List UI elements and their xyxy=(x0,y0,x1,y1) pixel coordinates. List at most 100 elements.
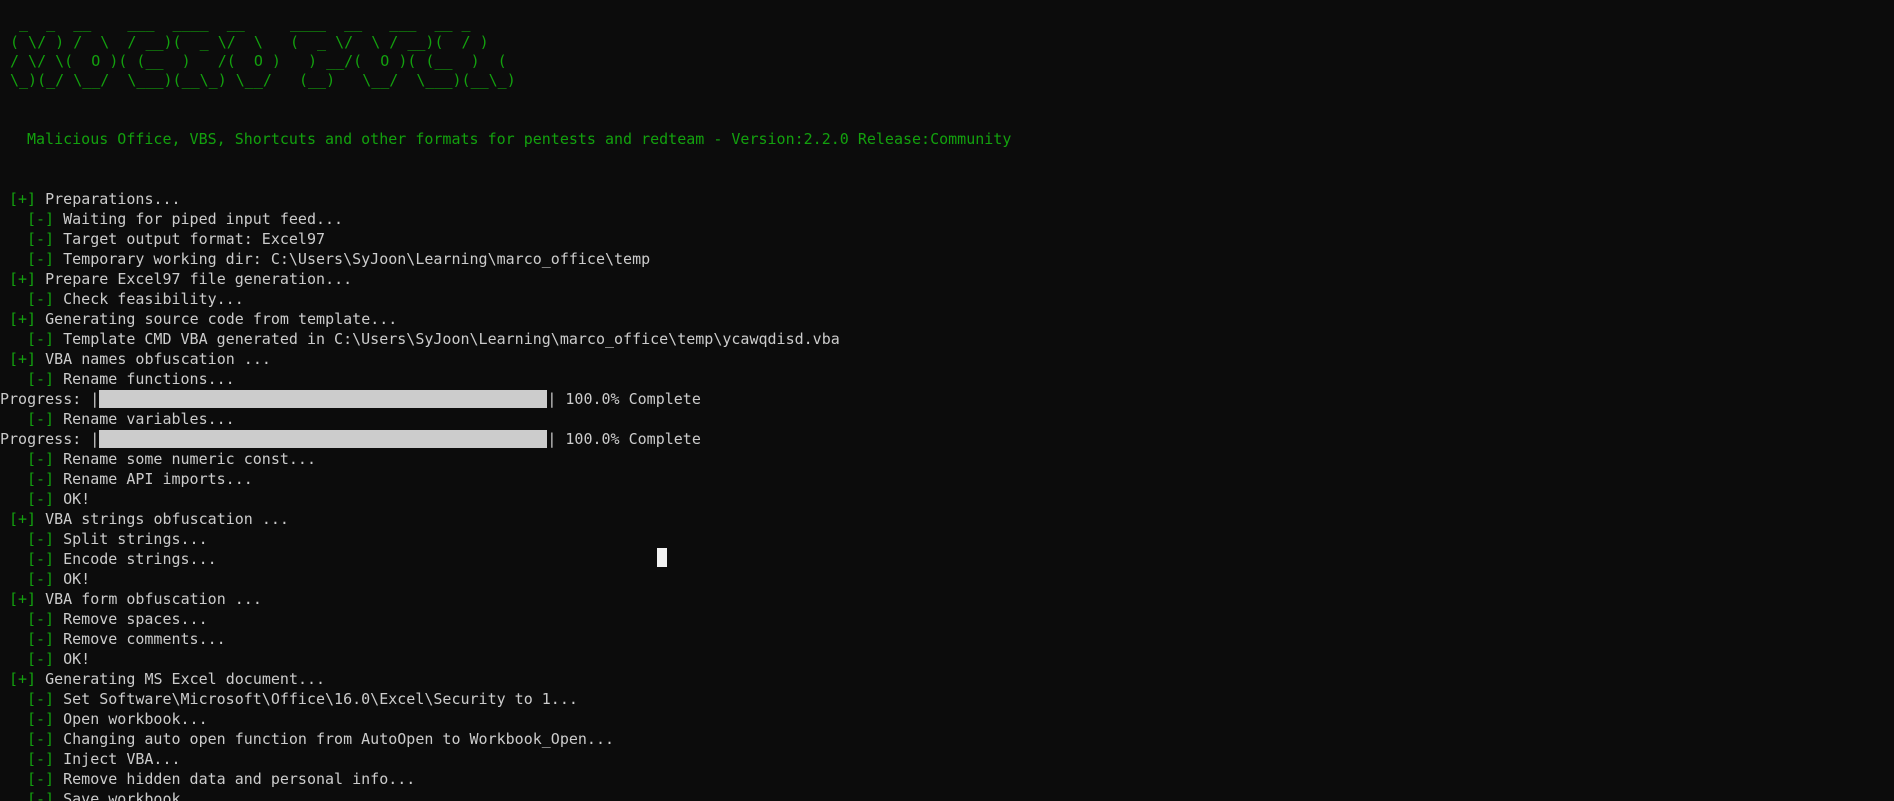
progress-status: | 100.0% Complete xyxy=(547,390,701,408)
log-message: Rename some numeric const... xyxy=(54,450,316,468)
step-marker: [+] xyxy=(9,190,37,208)
ascii-art-banner: _ _ __ ___ ____ __ ____ __ ___ __ _ ( \/… xyxy=(10,14,516,89)
log-message: Check feasibility... xyxy=(54,290,244,308)
substep-marker: [-] xyxy=(27,450,55,468)
log-substep: [-] Split strings... xyxy=(0,529,1894,549)
log-substep: [-] Rename API imports... xyxy=(0,469,1894,489)
step-marker: [+] xyxy=(9,670,37,688)
log-substep: [-] Changing auto open function from Aut… xyxy=(0,729,1894,749)
log-message: OK! xyxy=(54,650,91,668)
log-step: [+] Preparations... xyxy=(0,189,1894,209)
log-step: [+] VBA form obfuscation ... xyxy=(0,589,1894,609)
log-substep: [-] Encode strings... xyxy=(0,549,1894,569)
substep-marker: [-] xyxy=(27,630,55,648)
log-substep: [-] Remove spaces... xyxy=(0,609,1894,629)
substep-marker: [-] xyxy=(27,750,55,768)
log-substep: [-] OK! xyxy=(0,569,1894,589)
substep-marker: [-] xyxy=(27,290,55,308)
log-substep: [-] Template CMD VBA generated in C:\Use… xyxy=(0,329,1894,349)
log-message: Target output format: Excel97 xyxy=(54,230,326,248)
log-substep: [-] OK! xyxy=(0,649,1894,669)
log-substep: [-] Temporary working dir: C:\Users\SyJo… xyxy=(0,249,1894,269)
log-message: Open workbook... xyxy=(54,710,208,728)
log-substep: [-] Waiting for piped input feed... xyxy=(0,209,1894,229)
log-message: Inject VBA... xyxy=(54,750,181,768)
log-message: Rename variables... xyxy=(54,410,235,428)
step-marker: [+] xyxy=(9,350,37,368)
progress-bar-fill xyxy=(99,390,548,408)
log-message: OK! xyxy=(54,490,91,508)
log-message: Remove spaces... xyxy=(54,610,208,628)
progress-bar xyxy=(99,430,548,448)
log-substep: [-] Rename variables... xyxy=(0,409,1894,429)
log-step: [+] VBA strings obfuscation ... xyxy=(0,509,1894,529)
log-message: Encode strings... xyxy=(54,550,217,568)
log-message: Preparations... xyxy=(36,190,181,208)
log-substep: [-] Remove hidden data and personal info… xyxy=(0,769,1894,789)
log-substep: [-] Rename functions... xyxy=(0,369,1894,389)
log-message: Rename API imports... xyxy=(54,470,253,488)
substep-marker: [-] xyxy=(27,370,55,388)
log-step: [+] Generating source code from template… xyxy=(0,309,1894,329)
log-message: VBA strings obfuscation ... xyxy=(36,510,289,528)
log-message: Generating MS Excel document... xyxy=(36,670,326,688)
substep-marker: [-] xyxy=(27,770,55,788)
substep-marker: [-] xyxy=(27,790,55,801)
log-message: Split strings... xyxy=(54,530,208,548)
substep-marker: [-] xyxy=(27,230,55,248)
text-cursor xyxy=(657,548,667,567)
log-step: [+] VBA names obfuscation ... xyxy=(0,349,1894,369)
progress-label: Progress: | xyxy=(0,430,100,448)
step-marker: [+] xyxy=(9,270,37,288)
progress-status: | 100.0% Complete xyxy=(547,430,701,448)
log-substep: [-] Save workbook... xyxy=(0,789,1894,801)
log-message: Template CMD VBA generated in C:\Users\S… xyxy=(54,330,840,348)
substep-marker: [-] xyxy=(27,330,55,348)
log-substep: [-] OK! xyxy=(0,489,1894,509)
log-message: Changing auto open function from AutoOpe… xyxy=(54,730,615,748)
progress-bar-fill xyxy=(99,430,548,448)
progress-line: Progress: | | 100.0% Complete xyxy=(0,389,1894,409)
substep-marker: [-] xyxy=(27,710,55,728)
log-substep: [-] Set Software\Microsoft\Office\16.0\E… xyxy=(0,689,1894,709)
substep-marker: [-] xyxy=(27,490,55,508)
log-message: Generating source code from template... xyxy=(36,310,398,328)
log-message: Waiting for piped input feed... xyxy=(54,210,344,228)
progress-bar xyxy=(99,390,548,408)
substep-marker: [-] xyxy=(27,650,55,668)
log-substep: [-] Inject VBA... xyxy=(0,749,1894,769)
log-message: Remove comments... xyxy=(54,630,226,648)
substep-marker: [-] xyxy=(27,470,55,488)
tool-tagline: Malicious Office, VBS, Shortcuts and oth… xyxy=(27,130,1012,148)
log-message: Save workbook... xyxy=(54,790,208,801)
substep-marker: [-] xyxy=(27,410,55,428)
substep-marker: [-] xyxy=(27,210,55,228)
substep-marker: [-] xyxy=(27,570,55,588)
step-marker: [+] xyxy=(9,510,37,528)
substep-marker: [-] xyxy=(27,690,55,708)
terminal-window[interactable]: _ _ __ ___ ____ __ ____ __ ___ __ _ ( \/… xyxy=(0,0,1894,801)
substep-marker: [-] xyxy=(27,730,55,748)
substep-marker: [-] xyxy=(27,530,55,548)
log-substep: [-] Rename some numeric const... xyxy=(0,449,1894,469)
log-message: Remove hidden data and personal info... xyxy=(54,770,416,788)
step-marker: [+] xyxy=(9,310,37,328)
log-substep: [-] Remove comments... xyxy=(0,629,1894,649)
substep-marker: [-] xyxy=(27,610,55,628)
log-step: [+] Generating MS Excel document... xyxy=(0,669,1894,689)
substep-marker: [-] xyxy=(27,250,55,268)
log-message: OK! xyxy=(54,570,91,588)
progress-label: Progress: | xyxy=(0,390,100,408)
step-marker: [+] xyxy=(9,590,37,608)
log-message: Temporary working dir: C:\Users\SyJoon\L… xyxy=(54,250,651,268)
log-substep: [-] Open workbook... xyxy=(0,709,1894,729)
log-message: Rename functions... xyxy=(54,370,235,388)
log-message: Prepare Excel97 file generation... xyxy=(36,270,353,288)
progress-line: Progress: | | 100.0% Complete xyxy=(0,429,1894,449)
log-message: Set Software\Microsoft\Office\16.0\Excel… xyxy=(54,690,578,708)
log-substep: [-] Check feasibility... xyxy=(0,289,1894,309)
substep-marker: [-] xyxy=(27,550,55,568)
log-substep: [-] Target output format: Excel97 xyxy=(0,229,1894,249)
log-message: VBA names obfuscation ... xyxy=(36,350,271,368)
log-message: VBA form obfuscation ... xyxy=(36,590,262,608)
